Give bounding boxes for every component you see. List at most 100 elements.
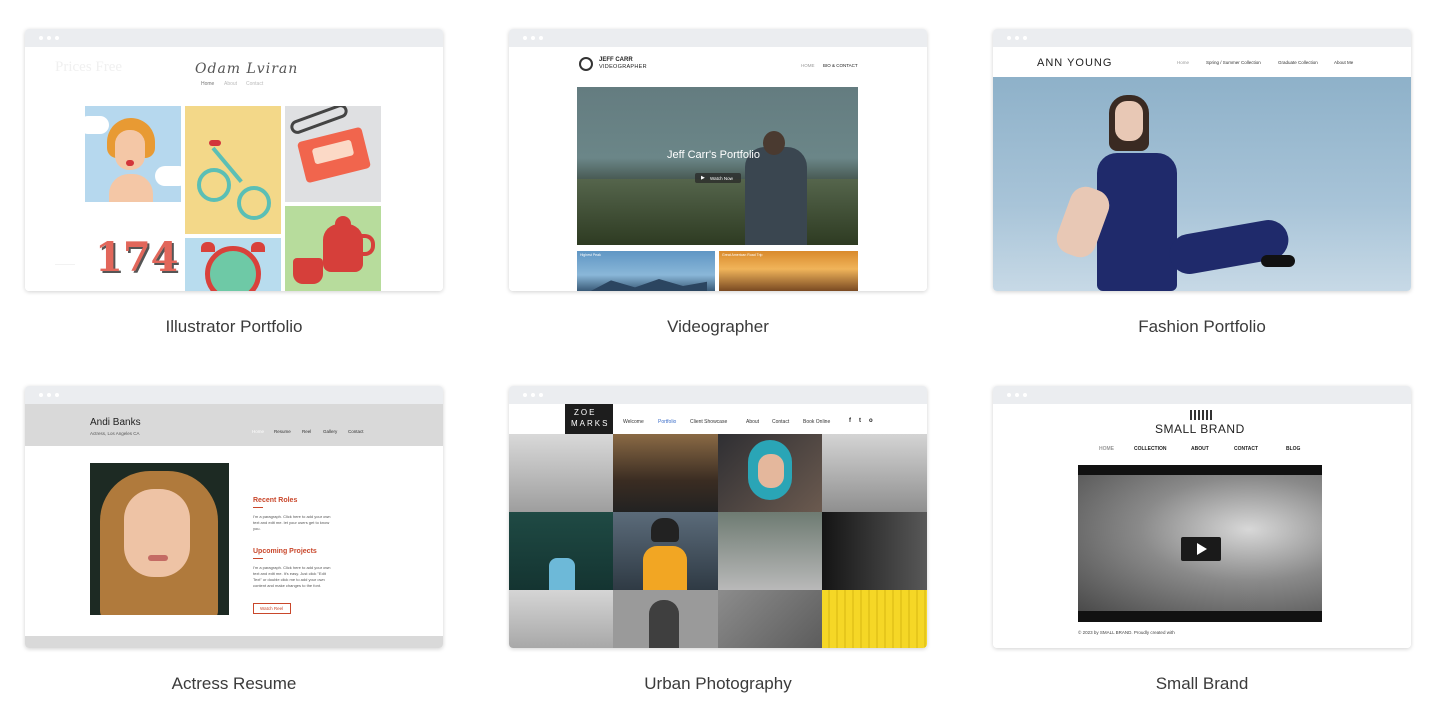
preview-screen: Andi Banks Actress, Los Angeles CA Home … [25, 404, 443, 648]
twitter-icon[interactable]: t [859, 418, 861, 424]
photo-tile[interactable] [509, 590, 613, 648]
photo-tile[interactable] [822, 590, 927, 648]
browser-chrome-bar [25, 386, 443, 404]
template-preview[interactable]: ZOE MARKS Welcome Portfolio Client Showc… [509, 386, 927, 648]
site-nav-reel: Reel [302, 429, 312, 434]
video-thumbnail-mountain[interactable]: Highest Peak [577, 251, 715, 291]
site-nav-contact: CONTACT [1234, 446, 1259, 452]
browser-chrome-bar [993, 29, 1411, 47]
brand-logo-icon [1190, 410, 1214, 420]
site-footer [25, 636, 443, 648]
preview-screen: SMALL BRAND HOME COLLECTION ABOUT CONTAC… [993, 404, 1411, 648]
watch-now-button[interactable]: ▶ Watch Now [695, 173, 741, 183]
preview-screen: ANN YOUNG Home Spring / Summer Collectio… [993, 47, 1411, 291]
template-title[interactable]: Fashion Portfolio [993, 317, 1411, 337]
template-card-small-brand[interactable]: SMALL BRAND HOME COLLECTION ABOUT CONTAC… [993, 386, 1411, 694]
site-nav-gallery: Gallery [323, 429, 338, 434]
site-footer-text: © 2023 by SMALL BRAND. Proudly created w… [1078, 630, 1175, 635]
preview-screen: Prices Free Odam Lviran Home About Conta… [25, 47, 443, 291]
template-title[interactable]: Illustrator Portfolio [25, 317, 443, 337]
site-nav-book-online: Book Online [803, 419, 831, 425]
illustration-tile-cassette [285, 106, 381, 202]
photo-tile[interactable] [509, 434, 613, 512]
site-nav-home: Home [201, 81, 215, 87]
browser-chrome-bar [993, 386, 1411, 404]
template-preview[interactable]: ANN YOUNG Home Spring / Summer Collectio… [993, 29, 1411, 291]
template-preview[interactable]: JEFF CARR VIDEOGRAPHER HOME BIO & CONTAC… [509, 29, 927, 291]
play-icon[interactable] [1181, 537, 1221, 561]
illustration-tile-teapot [285, 206, 381, 291]
template-card-videographer[interactable]: JEFF CARR VIDEOGRAPHER HOME BIO & CONTAC… [509, 29, 927, 337]
site-nav-home: Home [1177, 60, 1190, 65]
hero-photo [993, 77, 1411, 291]
illustration-tile-number: 174 [85, 206, 181, 291]
recent-roles-underline [253, 507, 263, 508]
site-subtitle: Actress, Los Angeles CA [90, 431, 140, 436]
illustration-tile-woman [85, 106, 181, 202]
photo-tile[interactable] [718, 512, 822, 590]
camera-logo-icon [579, 57, 593, 71]
facebook-icon[interactable]: f [849, 418, 851, 424]
preview-screen: JEFF CARR VIDEOGRAPHER HOME BIO & CONTAC… [509, 47, 927, 291]
site-logo-role: VIDEOGRAPHER [599, 64, 647, 70]
site-brand: ANN YOUNG [1037, 57, 1113, 69]
site-logo-name: JEFF CARR [599, 57, 633, 63]
site-brand: Odam Lviran [195, 61, 299, 77]
site-nav-blog: BLOG [1286, 446, 1301, 452]
site-name: Andi Banks [90, 417, 141, 428]
photo-tile[interactable] [822, 512, 927, 590]
recent-roles-text: I'm a paragraph. Click here to add your … [253, 514, 331, 531]
photo-tile[interactable] [718, 590, 822, 648]
site-nav-spring: Spring / Summer Collection [1206, 60, 1261, 65]
browser-chrome-bar [25, 29, 443, 47]
upcoming-projects-underline [253, 558, 263, 559]
site-nav-about: ABOUT [1191, 446, 1209, 452]
watermark-text: Prices Free [55, 59, 123, 75]
template-preview[interactable]: Prices Free Odam Lviran Home About Conta… [25, 29, 443, 291]
template-title[interactable]: Actress Resume [25, 674, 443, 694]
template-card-actress[interactable]: Andi Banks Actress, Los Angeles CA Home … [25, 386, 443, 694]
illustration-tile-bicycle [185, 106, 281, 234]
site-nav-home: Home [252, 429, 265, 434]
site-nav-client-showcase: Client Showcase [690, 419, 728, 425]
template-preview[interactable]: Andi Banks Actress, Los Angeles CA Home … [25, 386, 443, 648]
video-thumbnail-roadtrip[interactable]: Great American Road Trip [719, 251, 858, 291]
video-player[interactable] [1078, 465, 1322, 622]
portrait-photo [90, 463, 229, 615]
photo-tile[interactable] [613, 512, 718, 590]
site-nav-contact: Contact [772, 419, 790, 425]
hero-video: Jeff Carr's Portfolio ▶ Watch Now [577, 87, 858, 245]
site-nav-portfolio: Portfolio [658, 419, 677, 425]
template-card-fashion[interactable]: ANN YOUNG Home Spring / Summer Collectio… [993, 29, 1411, 337]
illustration-tile-clock [185, 238, 281, 291]
site-nav-contact: Contact [246, 81, 264, 87]
template-title[interactable]: Urban Photography [509, 674, 927, 694]
site-nav-about: About Me [1334, 60, 1354, 65]
site-nav-collection: COLLECTION [1134, 446, 1167, 452]
template-card-urban[interactable]: ZOE MARKS Welcome Portfolio Client Showc… [509, 386, 927, 694]
site-nav-contact: Contact [348, 429, 364, 434]
photo-tile[interactable] [822, 434, 927, 512]
photo-tile[interactable] [613, 590, 718, 648]
template-preview[interactable]: SMALL BRAND HOME COLLECTION ABOUT CONTAC… [993, 386, 1411, 648]
browser-chrome-bar [509, 386, 927, 404]
site-nav-about: About [746, 419, 760, 425]
photo-tile[interactable] [718, 434, 822, 512]
site-nav-about: About [224, 81, 238, 87]
template-card-illustrator[interactable]: Prices Free Odam Lviran Home About Conta… [25, 29, 443, 337]
upcoming-projects-heading: Upcoming Projects [253, 548, 317, 555]
faint-side-mark [55, 253, 75, 265]
photo-grid [509, 434, 927, 648]
site-nav-welcome: Welcome [623, 419, 644, 425]
template-title[interactable]: Small Brand [993, 674, 1411, 694]
hero-title: Jeff Carr's Portfolio [667, 149, 760, 161]
instagram-icon[interactable]: o [869, 418, 873, 424]
photo-tile[interactable] [509, 512, 613, 590]
template-title[interactable]: Videographer [509, 317, 927, 337]
preview-screen: ZOE MARKS Welcome Portfolio Client Showc… [509, 404, 927, 648]
photo-tile[interactable] [613, 434, 718, 512]
site-nav-home: HOME [1099, 446, 1114, 452]
upcoming-projects-text: I'm a paragraph. Click here to add your … [253, 565, 331, 588]
browser-chrome-bar [509, 29, 927, 47]
watch-reel-button[interactable]: Watch Reel [253, 603, 291, 614]
